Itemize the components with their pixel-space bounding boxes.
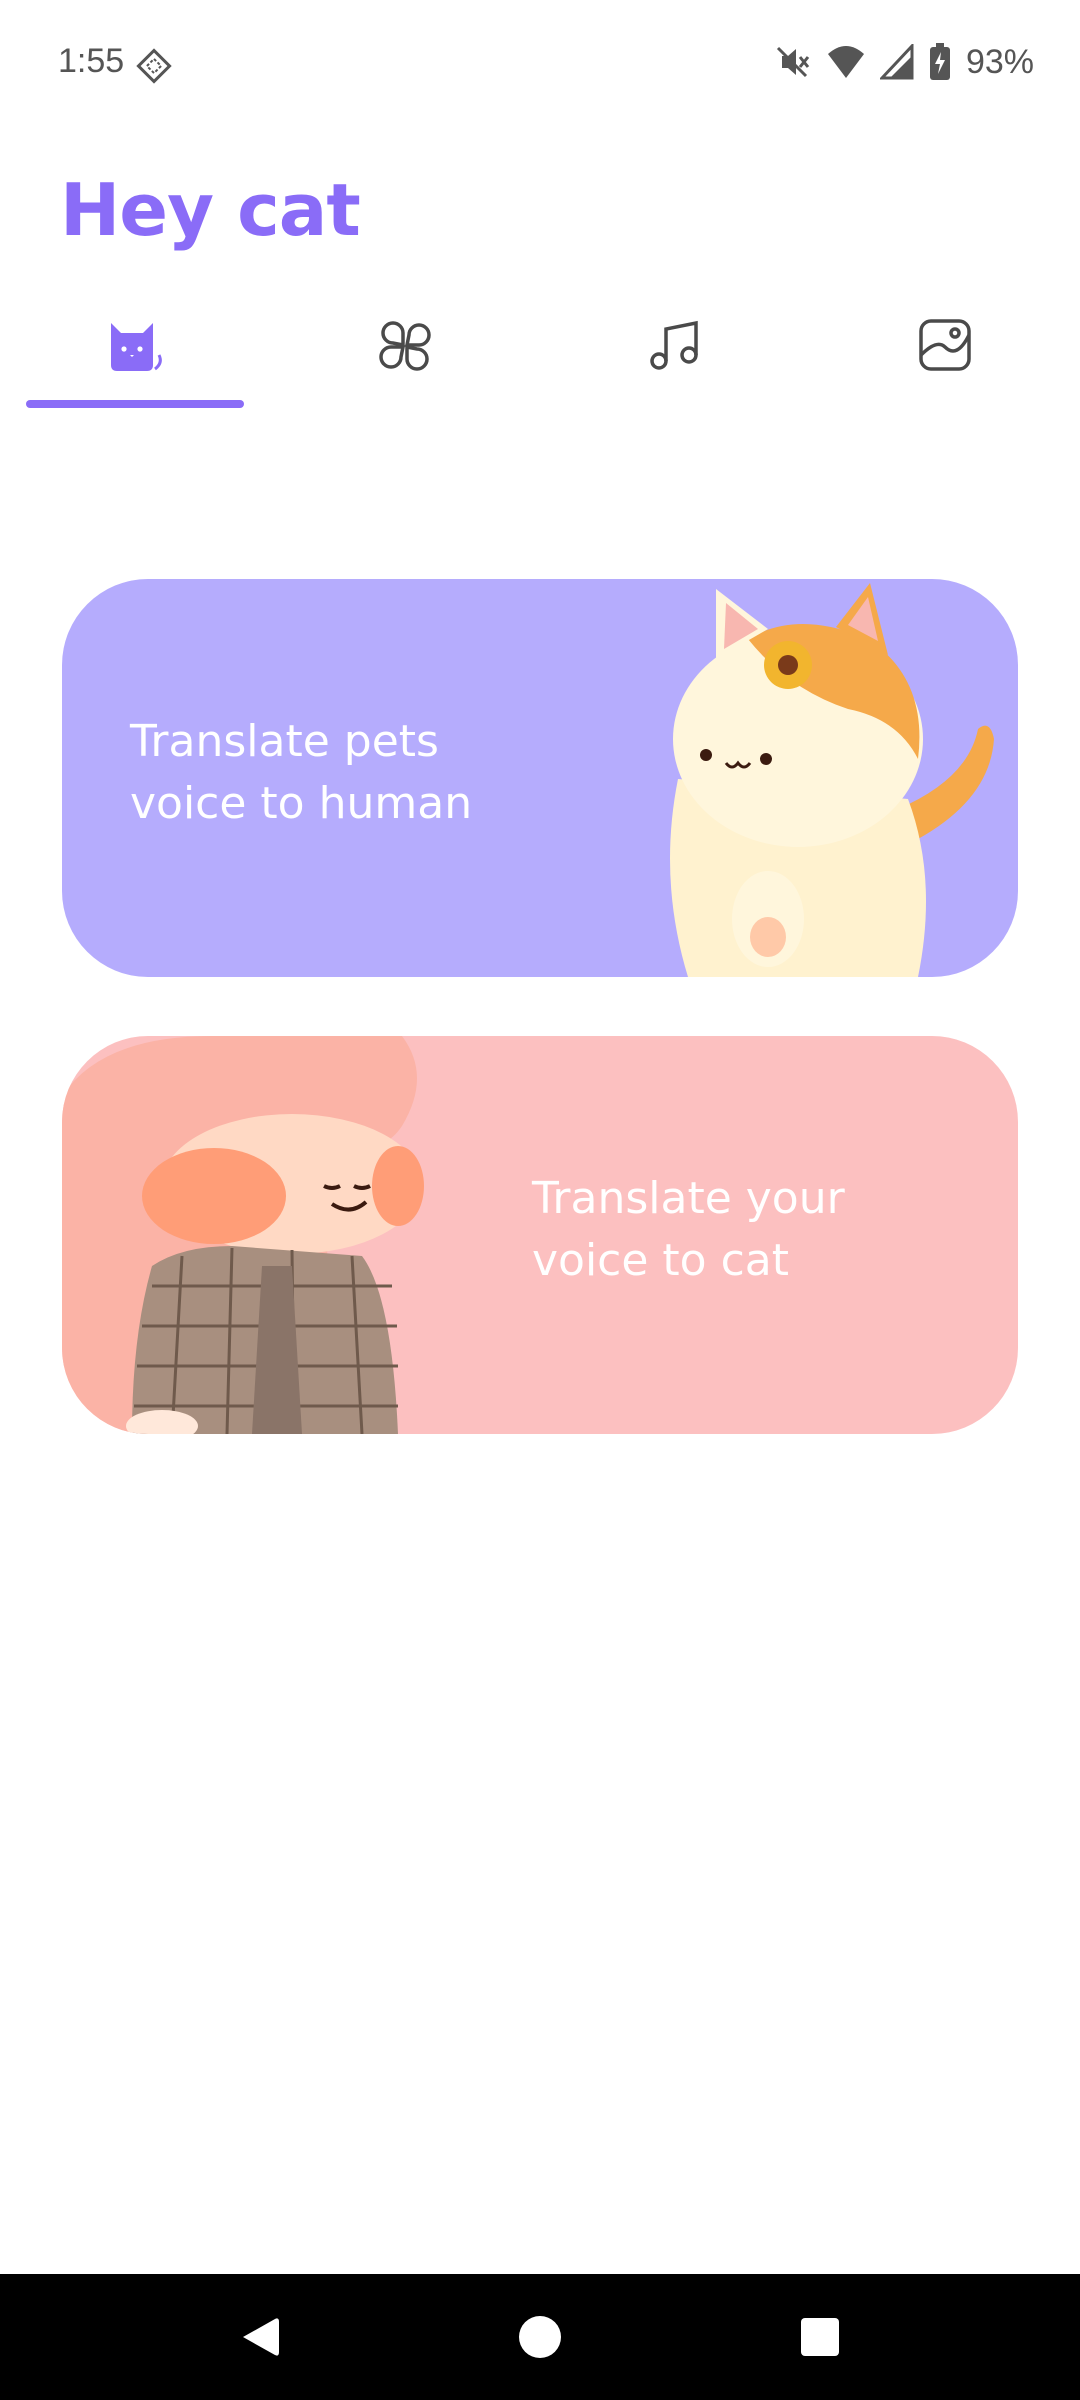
wifi-icon [827, 46, 864, 78]
tab-music[interactable] [540, 290, 810, 400]
music-note-icon [650, 320, 698, 370]
battery-percent: 93% [965, 42, 1034, 81]
signal-icon [879, 44, 914, 80]
status-time: 1:55 [58, 42, 125, 80]
pets-to-human-label: Translate pets voice to human [130, 716, 473, 829]
tab-indicator [26, 400, 244, 408]
diamond-notification-icon [136, 48, 172, 84]
app-title: Hey cat [60, 168, 361, 252]
recents-icon [801, 2318, 839, 2356]
home-icon [519, 2316, 561, 2358]
back-icon [243, 2318, 279, 2356]
voice-to-cat-label: Translate your voice to cat [532, 1173, 845, 1286]
sticker-icon [919, 319, 971, 371]
back-button[interactable] [190, 2274, 330, 2400]
recents-button[interactable] [750, 2274, 890, 2400]
mute-icon [776, 46, 810, 78]
tab-clover[interactable] [270, 290, 540, 400]
clover-grid-icon [379, 321, 431, 371]
cat-icon [111, 323, 162, 371]
battery-charging-icon [929, 43, 950, 80]
pets-to-human-card[interactable]: Translate pets voice to human [62, 579, 1018, 977]
girl-illustration [62, 1036, 424, 1434]
cat-illustration [670, 583, 994, 977]
home-button[interactable] [470, 2274, 610, 2400]
voice-to-cat-card[interactable]: Translate your voice to cat [62, 1036, 1018, 1434]
status-bar: 1:55 93% [0, 0, 1080, 130]
tab-cat[interactable] [0, 290, 270, 400]
system-nav-bar [0, 2274, 1080, 2400]
tab-sticker[interactable] [810, 290, 1080, 400]
